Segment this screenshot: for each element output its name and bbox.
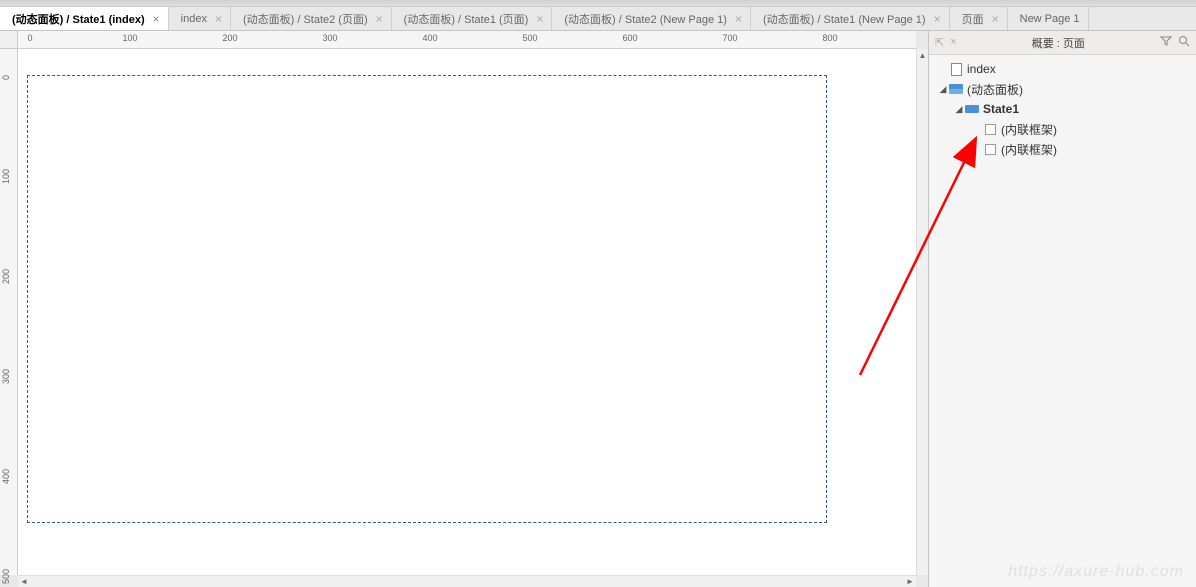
- tab-newpage1[interactable]: New Page 1: [1008, 7, 1089, 30]
- canvas-viewport[interactable]: [18, 49, 916, 575]
- tab-state1-page[interactable]: (动态面板) / State1 (页面) ×: [392, 7, 553, 30]
- tab-page[interactable]: 页面 ×: [950, 7, 1008, 30]
- ruler-corner: [0, 31, 18, 49]
- tree-label: index: [967, 62, 996, 76]
- filter-icon[interactable]: [1160, 35, 1172, 50]
- ruler-tick: 600: [622, 33, 637, 43]
- expand-arrow-icon[interactable]: ◢: [937, 84, 949, 95]
- ruler-tick: 0: [27, 33, 32, 43]
- tree-item-iframe2[interactable]: (内联框架): [929, 139, 1196, 159]
- tree-item-state1[interactable]: ◢ State1: [929, 99, 1196, 119]
- tab-state2-newpage1[interactable]: (动态面板) / State2 (New Page 1) ×: [552, 7, 751, 30]
- ruler-tick: 100: [122, 33, 137, 43]
- ruler-tick: 100: [1, 169, 11, 184]
- outline-tree: index ◢ (动态面板) ◢ State1 (内联框架): [929, 55, 1196, 587]
- tab-label: (动态面板) / State1 (页面): [404, 11, 529, 27]
- tree-item-dynpanel[interactable]: ◢ (动态面板): [929, 79, 1196, 99]
- dynamic-panel-icon: [949, 82, 963, 96]
- scroll-right-arrow-icon[interactable]: ►: [904, 576, 916, 587]
- tab-label: (动态面板) / State1 (New Page 1): [763, 11, 926, 27]
- outline-panel: ⇱ × 概要 : 页面 index ◢: [928, 31, 1196, 587]
- tree-label: (动态面板): [967, 81, 1023, 98]
- tab-label: New Page 1: [1020, 13, 1080, 25]
- top-toolbar-strip: [0, 0, 1196, 7]
- close-icon[interactable]: ×: [536, 12, 543, 26]
- ruler-tick: 400: [1, 469, 11, 484]
- tab-label: index: [181, 13, 207, 25]
- tab-state2-page[interactable]: (动态面板) / State2 (页面) ×: [231, 7, 392, 30]
- tab-label: (动态面板) / State2 (New Page 1): [564, 11, 727, 27]
- dynamic-panel-outline[interactable]: [27, 75, 827, 523]
- ruler-tick: 400: [422, 33, 437, 43]
- ruler-horizontal: 0 100 200 300 400 500 600 700 800: [18, 31, 916, 49]
- scroll-up-arrow-icon[interactable]: ▲: [917, 49, 928, 61]
- outline-panel-header: ⇱ × 概要 : 页面: [929, 31, 1196, 55]
- ruler-tick: 500: [1, 569, 11, 584]
- scrollbar-vertical[interactable]: ▲: [916, 49, 928, 575]
- ruler-tick: 200: [222, 33, 237, 43]
- ruler-tick: 300: [1, 369, 11, 384]
- ruler-tick: 0: [1, 75, 11, 80]
- panel-title: 概要 : 页面: [957, 35, 1160, 51]
- tab-state1-newpage1[interactable]: (动态面板) / State1 (New Page 1) ×: [751, 7, 950, 30]
- document-tab-bar: (动态面板) / State1 (index) × index × (动态面板)…: [0, 7, 1196, 31]
- tab-label: 页面: [962, 11, 984, 27]
- tree-label: (内联框架): [1001, 121, 1057, 138]
- tab-label: (动态面板) / State2 (页面): [243, 11, 368, 27]
- page-icon: [949, 62, 963, 76]
- close-icon[interactable]: ×: [934, 12, 941, 26]
- canvas-page[interactable]: [18, 49, 916, 575]
- tab-state1-index[interactable]: (动态面板) / State1 (index) ×: [0, 7, 169, 30]
- search-icon[interactable]: [1178, 35, 1190, 50]
- close-icon[interactable]: ×: [376, 12, 383, 26]
- ruler-vertical: 0 100 200 300 400 500: [0, 49, 18, 575]
- canvas-area[interactable]: 0 100 200 300 400 500 600 700 800 0 100 …: [0, 31, 928, 587]
- tree-label: State1: [983, 102, 1019, 116]
- iframe-icon: [983, 142, 997, 156]
- state-icon: [965, 102, 979, 116]
- tree-item-index[interactable]: index: [929, 59, 1196, 79]
- close-icon[interactable]: ×: [992, 12, 999, 26]
- iframe-icon: [983, 122, 997, 136]
- ruler-tick: 300: [322, 33, 337, 43]
- close-icon[interactable]: ×: [215, 12, 222, 26]
- scrollbar-horizontal[interactable]: ◄ ►: [18, 575, 916, 587]
- tree-label: (内联框架): [1001, 141, 1057, 158]
- scroll-left-arrow-icon[interactable]: ◄: [18, 576, 30, 587]
- tree-item-iframe1[interactable]: (内联框架): [929, 119, 1196, 139]
- ruler-tick: 800: [822, 33, 837, 43]
- tab-label: (动态面板) / State1 (index): [12, 11, 145, 27]
- close-icon[interactable]: ×: [735, 12, 742, 26]
- tab-index[interactable]: index ×: [169, 7, 231, 30]
- expand-arrow-icon[interactable]: ◢: [953, 104, 965, 115]
- ruler-tick: 700: [722, 33, 737, 43]
- close-icon[interactable]: ×: [153, 12, 160, 26]
- ruler-tick: 200: [1, 269, 11, 284]
- ruler-tick: 500: [522, 33, 537, 43]
- panel-collapse-icon[interactable]: ⇱: [935, 36, 944, 49]
